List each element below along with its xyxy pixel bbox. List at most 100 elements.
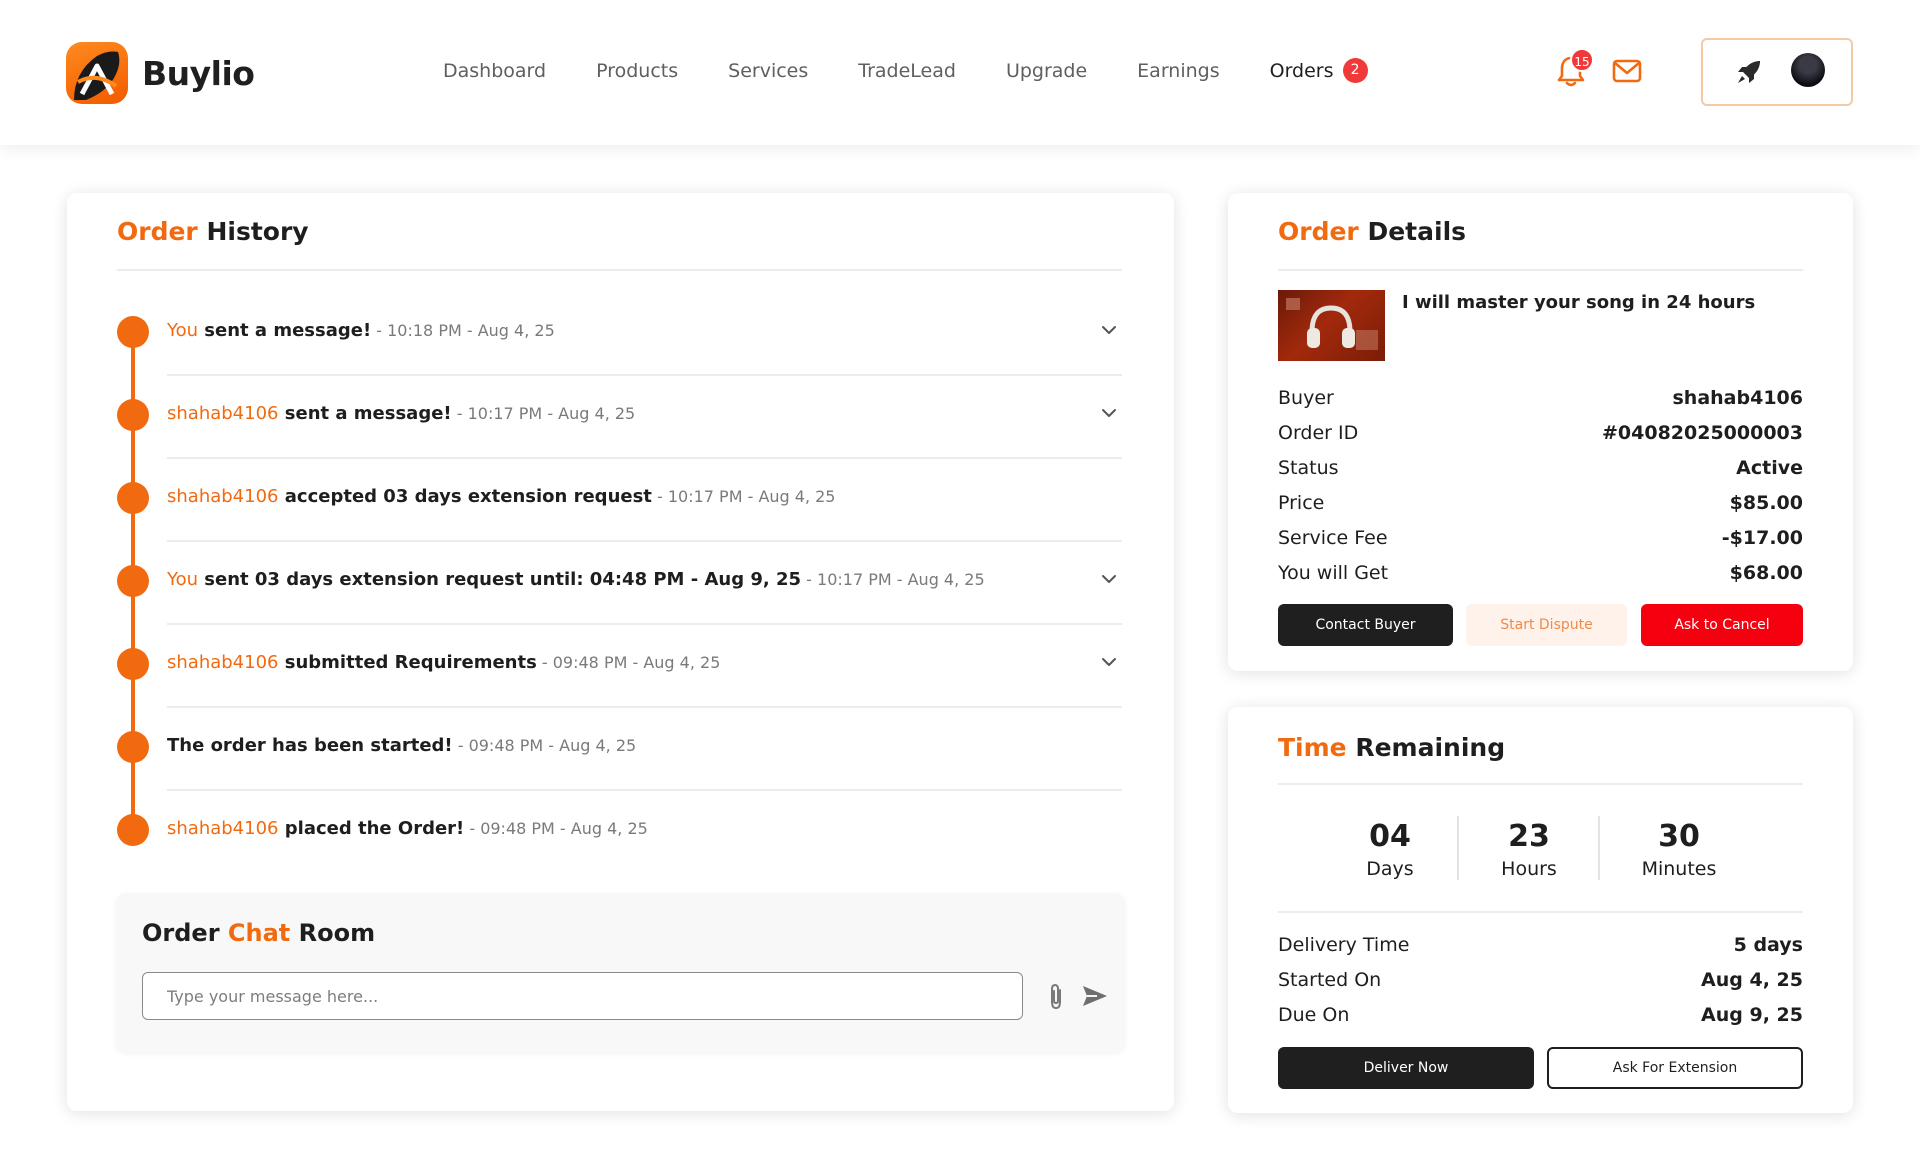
timeline-event[interactable]: You sent 03 days extension request until… bbox=[117, 542, 1122, 625]
timeline-dot bbox=[117, 399, 149, 431]
nav-orders-label: Orders bbox=[1269, 59, 1334, 82]
ask-to-cancel-button[interactable]: Ask to Cancel bbox=[1641, 604, 1803, 646]
profile-menu[interactable] bbox=[1701, 38, 1853, 106]
time-remaining-title-rest: Remaining bbox=[1346, 733, 1506, 762]
nav-orders[interactable]: Orders 2 bbox=[1270, 58, 1368, 83]
detail-label: Order ID bbox=[1278, 422, 1359, 444]
notification-count-badge: 15 bbox=[1570, 48, 1594, 72]
timeline-event-text: shahab4106 sent a message! - 10:17 PM - … bbox=[167, 403, 635, 424]
divider bbox=[1598, 816, 1600, 880]
chevron-down-icon[interactable] bbox=[1098, 651, 1120, 673]
event-actor: shahab4106 bbox=[167, 652, 279, 673]
time-value: 5 days bbox=[1733, 934, 1803, 956]
detail-value: $68.00 bbox=[1729, 562, 1803, 584]
time-label: Delivery Time bbox=[1278, 934, 1410, 956]
timeline-event-text: shahab4106 accepted 03 days extension re… bbox=[167, 486, 835, 507]
event-action: accepted 03 days extension request bbox=[278, 486, 652, 507]
order-details-title: Order Details bbox=[1278, 217, 1466, 246]
event-timestamp: - 09:48 PM - Aug 4, 25 bbox=[452, 736, 637, 755]
time-value: Aug 4, 25 bbox=[1701, 969, 1803, 991]
event-timestamp: - 10:17 PM - Aug 4, 25 bbox=[651, 487, 836, 506]
order-details-card: Order Details I will master your song in… bbox=[1228, 193, 1853, 671]
countdown-hours: 23 Hours bbox=[1469, 819, 1589, 880]
chevron-down-icon[interactable] bbox=[1098, 568, 1120, 590]
event-timestamp: - 10:18 PM - Aug 4, 25 bbox=[371, 321, 555, 340]
countdown-label: Days bbox=[1366, 858, 1414, 880]
event-timestamp: - 10:17 PM - Aug 4, 25 bbox=[801, 570, 985, 589]
countdown-days: 04 Days bbox=[1330, 819, 1450, 880]
timeline-event[interactable]: shahab4106 submitted Requirements - 09:4… bbox=[117, 625, 1122, 708]
send-icon[interactable] bbox=[1081, 984, 1109, 1008]
timeline-dot bbox=[117, 814, 149, 846]
nav-products[interactable]: Products bbox=[596, 60, 678, 82]
nav-tradelead[interactable]: TradeLead bbox=[858, 60, 956, 82]
timeline-event[interactable]: You sent a message! - 10:18 PM - Aug 4, … bbox=[117, 293, 1122, 376]
chat-message-input[interactable] bbox=[142, 972, 1023, 1020]
chevron-down-icon[interactable] bbox=[1098, 319, 1120, 341]
divider bbox=[117, 269, 1122, 271]
order-history-title-accent: Order bbox=[117, 217, 198, 246]
timeline-dot bbox=[117, 731, 149, 763]
rocket-icon[interactable] bbox=[1734, 57, 1764, 87]
detail-label: Price bbox=[1278, 492, 1325, 514]
detail-label: Buyer bbox=[1278, 387, 1334, 409]
detail-row-status: Status Active bbox=[1278, 457, 1803, 487]
nav-services[interactable]: Services bbox=[728, 60, 808, 82]
nav-upgrade[interactable]: Upgrade bbox=[1006, 60, 1087, 82]
detail-label: Status bbox=[1278, 457, 1339, 479]
order-details-title-rest: Details bbox=[1358, 217, 1467, 246]
divider bbox=[1278, 911, 1803, 913]
nav-earnings[interactable]: Earnings bbox=[1137, 60, 1219, 82]
order-history-title-rest: History bbox=[197, 217, 309, 246]
nav-dashboard[interactable]: Dashboard bbox=[443, 60, 546, 82]
timeline-event-text: The order has been started! - 09:48 PM -… bbox=[167, 735, 636, 756]
detail-row-you-will-get: You will Get $68.00 bbox=[1278, 562, 1803, 592]
order-history-card: Order History You sent a message! - 10:1… bbox=[67, 193, 1174, 1111]
detail-row-price: Price $85.00 bbox=[1278, 492, 1803, 522]
timeline-event-text: You sent a message! - 10:18 PM - Aug 4, … bbox=[167, 320, 555, 341]
start-dispute-button[interactable]: Start Dispute bbox=[1466, 604, 1627, 646]
countdown-minutes: 30 Minutes bbox=[1619, 819, 1739, 880]
event-actor: shahab4106 bbox=[167, 818, 279, 839]
detail-row-order-id: Order ID #04082025000003 bbox=[1278, 422, 1803, 452]
timeline-dot bbox=[117, 482, 149, 514]
event-timestamp: - 10:17 PM - Aug 4, 25 bbox=[451, 404, 636, 423]
chevron-down-icon[interactable] bbox=[1098, 402, 1120, 424]
avatar[interactable] bbox=[1791, 53, 1825, 87]
contact-buyer-button[interactable]: Contact Buyer bbox=[1278, 604, 1453, 646]
event-actor: You bbox=[167, 320, 199, 341]
brand-name: Buylio bbox=[142, 53, 255, 93]
event-actor: shahab4106 bbox=[167, 486, 279, 507]
chat-title-post: Room bbox=[290, 919, 376, 947]
orders-count-badge: 2 bbox=[1342, 58, 1368, 83]
detail-value: $85.00 bbox=[1729, 492, 1803, 514]
detail-value: shahab4106 bbox=[1672, 387, 1804, 409]
timeline-dot bbox=[117, 316, 149, 348]
order-history-title: Order History bbox=[117, 217, 309, 246]
order-chat-room: Order Chat Room bbox=[116, 893, 1125, 1052]
time-remaining-title: Time Remaining bbox=[1278, 733, 1505, 762]
deliver-now-button[interactable]: Deliver Now bbox=[1278, 1047, 1534, 1089]
time-label: Started On bbox=[1278, 969, 1382, 991]
timeline-event-text: You sent 03 days extension request until… bbox=[167, 569, 985, 590]
detail-value: Active bbox=[1736, 457, 1803, 479]
brand-logo[interactable]: Buylio bbox=[66, 42, 255, 104]
divider bbox=[1278, 783, 1803, 785]
countdown-number: 30 bbox=[1658, 819, 1700, 854]
paperclip-icon[interactable] bbox=[1044, 983, 1068, 1011]
mail-icon[interactable] bbox=[1612, 58, 1642, 84]
product-title[interactable]: I will master your song in 24 hours bbox=[1402, 292, 1755, 313]
detail-label: Service Fee bbox=[1278, 527, 1388, 549]
countdown-number: 23 bbox=[1508, 819, 1550, 854]
timeline-dot bbox=[117, 648, 149, 680]
detail-value: #04082025000003 bbox=[1601, 422, 1803, 444]
product-thumbnail[interactable] bbox=[1278, 290, 1385, 361]
logo-icon bbox=[66, 42, 128, 104]
event-timestamp: - 09:48 PM - Aug 4, 25 bbox=[464, 819, 648, 838]
chat-title-accent: Chat bbox=[227, 919, 291, 947]
timeline-event[interactable]: shahab4106 sent a message! - 10:17 PM - … bbox=[117, 376, 1122, 459]
ask-for-extension-button[interactable]: Ask For Extension bbox=[1547, 1047, 1803, 1089]
detail-value: -$17.00 bbox=[1721, 527, 1803, 549]
chat-title-pre: Order bbox=[142, 919, 228, 947]
top-header: Buylio Dashboard Products Services Trade… bbox=[0, 0, 1920, 145]
